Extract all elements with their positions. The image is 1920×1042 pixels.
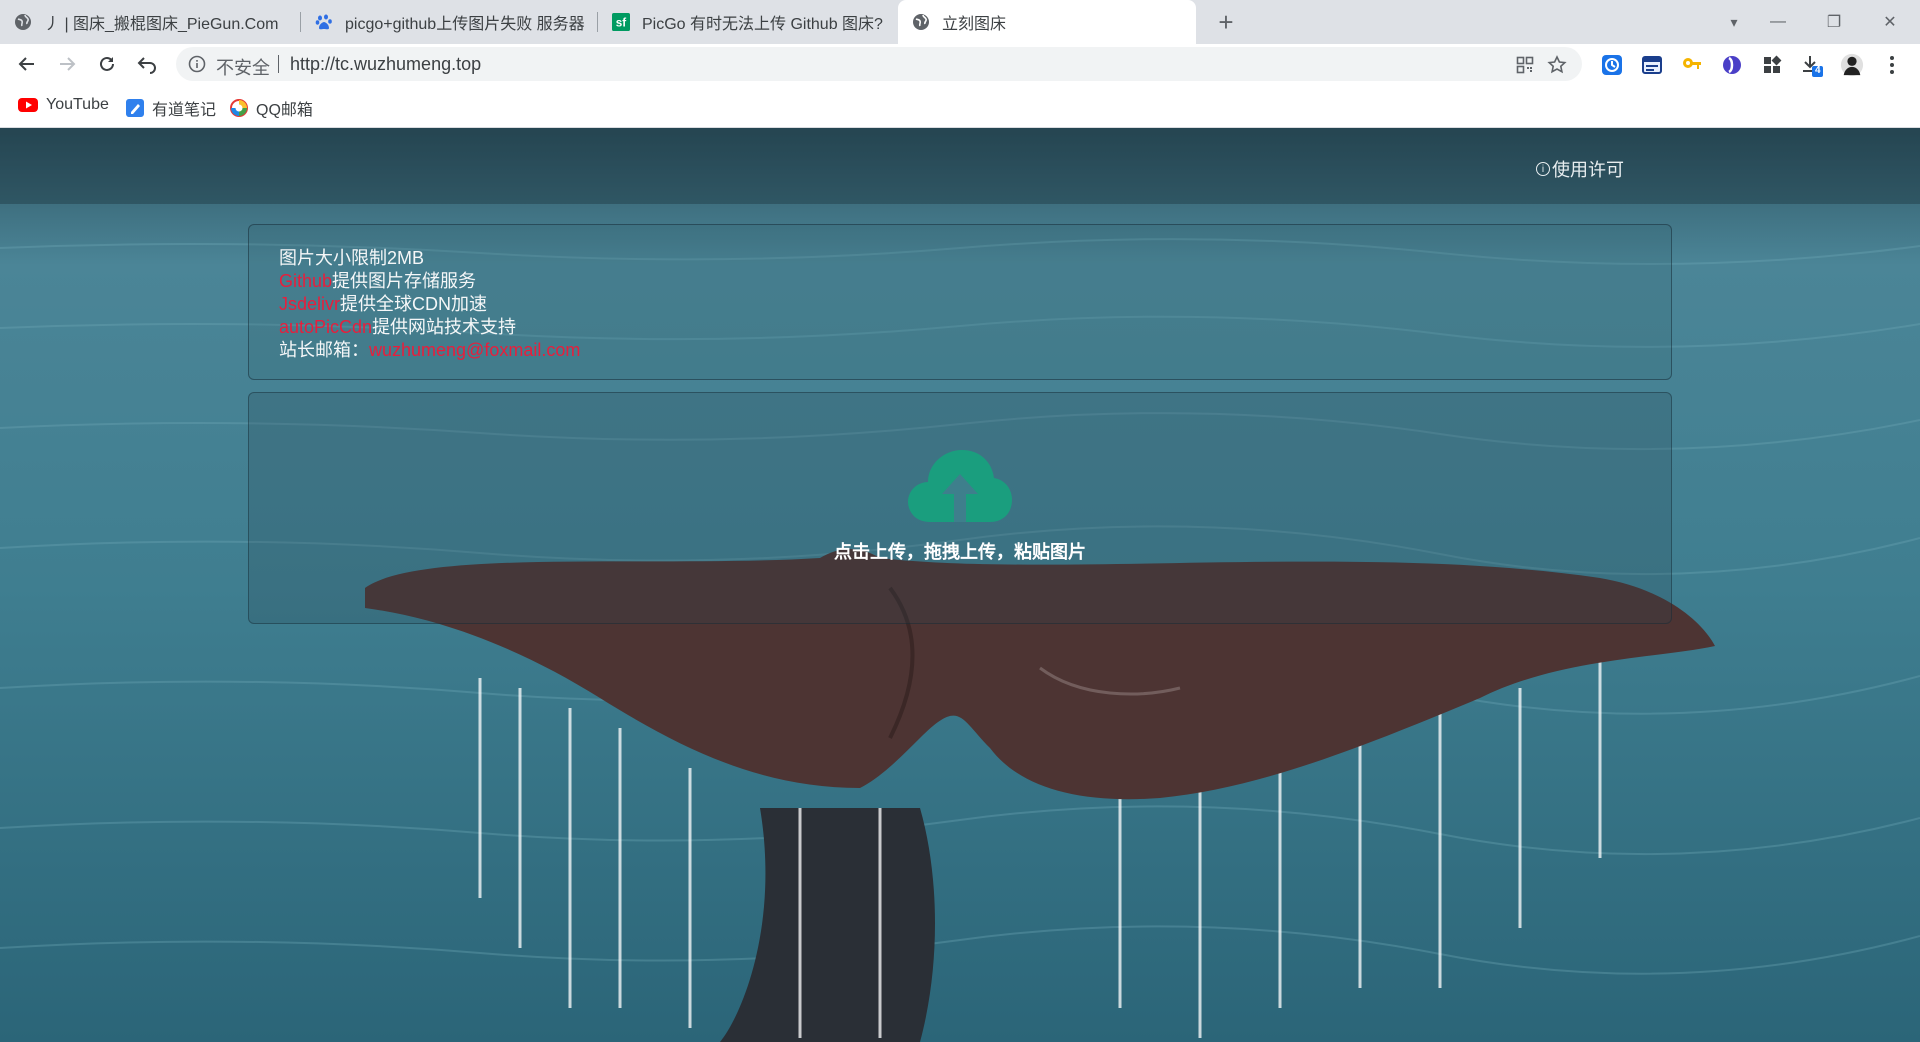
github-link[interactable]: Github xyxy=(279,271,332,291)
back-button[interactable] xyxy=(11,48,43,80)
youtube-icon xyxy=(18,98,38,112)
tab-segmentfault[interactable]: sf PicGo 有时无法上传 Github 图床? xyxy=(598,0,896,44)
browser-menu-icon[interactable] xyxy=(1880,53,1904,77)
back-arrow-icon xyxy=(18,57,34,71)
undo-icon xyxy=(137,57,156,74)
extension-sync-icon[interactable] xyxy=(1600,53,1624,77)
new-tab-button[interactable]: + xyxy=(1212,7,1240,37)
forward-arrow-icon xyxy=(60,57,76,71)
site-info-panel: 图片大小限制2MB Github提供图片存储服务 Jsdelivr提供全球CDN… xyxy=(248,224,1672,380)
extension-grid-icon[interactable] xyxy=(1760,53,1784,77)
profile-avatar[interactable] xyxy=(1840,53,1864,77)
address-divider xyxy=(278,55,279,73)
tab-piegun[interactable]: 丿 | 图床_搬棍图床_PieGun.Com xyxy=(0,0,300,44)
info-icon[interactable] xyxy=(188,55,206,78)
info-circle-icon: i xyxy=(1536,162,1550,176)
site-header: i 使用许可 xyxy=(0,128,1920,204)
close-window-button[interactable]: ✕ xyxy=(1862,0,1918,44)
globe-icon xyxy=(14,13,32,31)
tab-title: 立刻图床 xyxy=(942,16,1007,33)
tab-title: PicGo 有时无法上传 Github 图床? xyxy=(642,16,883,33)
extension-swirl-icon[interactable] xyxy=(1720,53,1744,77)
reload-button[interactable] xyxy=(91,48,123,80)
tab-title: picgo+github上传图片失败 服务器 xyxy=(345,16,585,33)
segmentfault-icon: sf xyxy=(612,13,630,31)
bookmark-star-icon[interactable] xyxy=(1546,54,1568,76)
bookmark-youtube[interactable]: YouTube xyxy=(18,96,109,114)
extension-key-icon[interactable] xyxy=(1680,53,1704,77)
youdao-note-icon xyxy=(126,99,144,117)
baidu-paw-icon xyxy=(315,13,333,31)
forward-button[interactable] xyxy=(51,48,83,80)
upload-hint-text: 点击上传，拖拽上传，粘贴图片 xyxy=(834,542,1086,562)
jsdelivr-link[interactable]: Jsdelivr xyxy=(279,294,340,314)
download-badge: 4 xyxy=(1815,65,1821,76)
size-limit-text: 图片大小限制2MB xyxy=(279,248,425,268)
extension-window-icon[interactable] xyxy=(1640,53,1664,77)
minimize-button[interactable]: — xyxy=(1750,0,1806,44)
security-label[interactable]: 不安全 xyxy=(216,54,270,80)
email-link[interactable]: wuzhumeng@foxmail.com xyxy=(369,340,580,360)
cloud-upload-icon[interactable] xyxy=(908,448,1012,524)
bookmarks-bar: YouTube 有道笔记 QQ邮箱 xyxy=(0,84,1920,128)
page-viewport: i 使用许可 图片大小限制2MB Github提供图片存储服务 Jsdelivr… xyxy=(0,128,1920,1042)
url-text[interactable]: http://tc.wuzhumeng.top xyxy=(290,54,481,75)
reload-icon xyxy=(100,56,114,71)
autopiccdn-link[interactable]: autoPicCdn xyxy=(279,317,372,337)
tab-picgo-baidu[interactable]: picgo+github上传图片失败 服务器 xyxy=(301,0,597,44)
bookmark-qq-mail[interactable]: QQ邮箱 xyxy=(230,96,313,120)
svg-text:sf: sf xyxy=(616,17,627,30)
info-line-autopiccdn: autoPicCdn提供网站技术支持 xyxy=(279,317,517,337)
globe-icon xyxy=(912,13,930,31)
info-line-jsdelivr: Jsdelivr提供全球CDN加速 xyxy=(279,294,488,314)
qq-mail-icon xyxy=(230,99,248,117)
restore-button[interactable]: ❐ xyxy=(1806,0,1862,44)
bookmark-youdao-note[interactable]: 有道笔记 xyxy=(126,96,216,120)
browser-toolbar: 不安全 http://tc.wuzhumeng.top 4 xyxy=(0,44,1920,84)
tab-active-likke[interactable]: 立刻图床 xyxy=(898,0,1196,44)
qr-code-icon[interactable] xyxy=(1514,54,1536,76)
tab-title: 丿 | 图床_搬棍图床_PieGun.Com xyxy=(44,16,279,33)
address-bar[interactable]: 不安全 http://tc.wuzhumeng.top xyxy=(176,47,1582,81)
license-link[interactable]: i 使用许可 xyxy=(1536,156,1624,182)
info-line-email: 站长邮箱：wuzhumeng@foxmail.com xyxy=(279,340,581,360)
tab-strip: 丿 | 图床_搬棍图床_PieGun.Com picgo+github上传图片失… xyxy=(0,0,1920,44)
download-icon[interactable]: 4 xyxy=(1800,53,1824,77)
undo-close-button[interactable] xyxy=(131,48,163,80)
info-line-github: Github提供图片存储服务 xyxy=(279,271,477,291)
